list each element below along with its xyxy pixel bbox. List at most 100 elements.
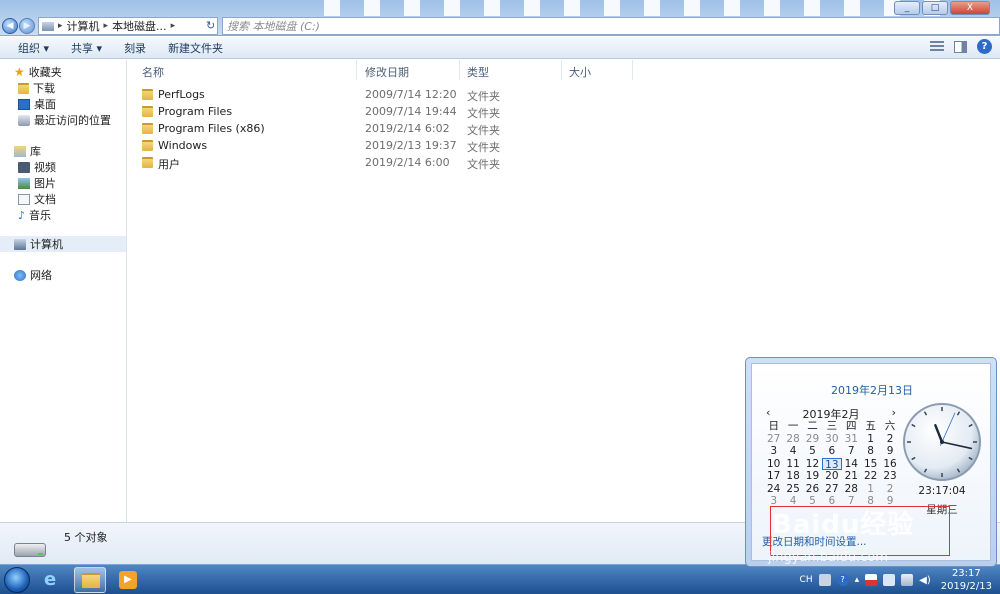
table-row[interactable]: 用户 2019/2/14 6:00 文件夹 [142,155,742,171]
calendar-day[interactable]: 27 [764,433,783,446]
table-row[interactable]: Program Files (x86) 2019/2/14 6:02 文件夹 [142,121,742,137]
help-tray-icon[interactable]: ? [836,574,849,586]
organize-button[interactable]: 组织 ▾ [14,40,53,56]
calendar-day[interactable]: 10 [764,458,783,471]
calendar-day[interactable]: 1 [861,433,880,446]
calendar-day[interactable]: 30 [822,433,841,446]
nav-music[interactable]: ♪ 音乐 [18,207,51,223]
calendar-day[interactable]: 17 [764,470,783,483]
calendar-day[interactable]: 20 [822,470,841,483]
calendar-day[interactable]: 7 [842,445,861,458]
calendar-day[interactable]: 28 [842,483,861,496]
preview-pane-icon[interactable] [954,40,967,53]
calendar-day[interactable]: 12 [803,458,822,471]
usb-icon[interactable] [883,574,896,586]
digital-time: 23:17:04 [918,485,966,497]
weekday-label: 二 [807,420,818,432]
calendar-day[interactable]: 18 [783,470,802,483]
calendar-day[interactable]: 11 [783,458,802,471]
full-date-link[interactable]: 2019年2月13日 [752,382,992,398]
tray-time: 23:17 [951,568,981,579]
back-icon[interactable]: ◀ [2,18,18,34]
calendar-day[interactable]: 1 [861,483,880,496]
watermark-url: jingyan.baidu.com [768,550,888,565]
new-folder-button[interactable]: 新建文件夹 [164,40,227,56]
folder-icon [142,157,153,168]
calendar-day[interactable]: 25 [783,483,802,496]
calendar-day[interactable]: 16 [880,458,899,471]
column-header-type[interactable]: 类型 [467,64,489,80]
item-count: 5 个对象 [64,531,108,544]
network-tray-icon[interactable] [901,574,914,586]
file-date: 2019/2/13 19:37 [365,139,457,152]
nav-videos[interactable]: 视频 [18,159,56,175]
calendar-day[interactable]: 26 [803,483,822,496]
explorer-icon [82,573,100,588]
help-icon[interactable]: ? [977,39,992,54]
file-type: 文件夹 [467,124,500,137]
column-header-size[interactable]: 大小 [569,64,591,80]
calendar-day[interactable]: 9 [880,445,899,458]
column-header-date[interactable]: 修改日期 [365,64,409,80]
nav-pictures[interactable]: 图片 [18,175,56,191]
calendar-day[interactable]: 3 [764,445,783,458]
network-icon [14,269,26,281]
explorer-taskbar-button[interactable] [74,567,106,593]
calendar-day-today[interactable]: 13 [822,457,842,471]
forward-icon[interactable]: ▶ [19,18,35,34]
input-language[interactable]: CH [800,575,813,585]
breadcrumb-computer[interactable]: 计算机 [67,18,100,34]
search-input[interactable]: 搜索 本地磁盘 (C:) [222,17,1000,35]
keyboard-icon[interactable] [818,574,831,586]
calendar-day[interactable]: 21 [842,470,861,483]
nav-computer[interactable]: 计算机 [0,236,126,252]
close-button[interactable]: X [950,1,990,15]
calendar-day[interactable]: 8 [861,445,880,458]
table-row[interactable]: PerfLogs 2009/7/14 12:20 文件夹 [142,87,742,103]
refresh-icon[interactable]: ↻ [206,19,215,32]
table-row[interactable]: Program Files 2009/7/14 19:44 文件夹 [142,104,742,120]
show-hidden-icon[interactable]: ▴ [855,575,860,585]
calendar-day[interactable]: 14 [842,458,861,471]
calendar-day[interactable]: 2 [880,433,899,446]
file-name: 用户 [158,158,180,171]
calendar-day[interactable]: 19 [803,470,822,483]
nav-network[interactable]: 网络 [14,267,52,283]
column-header-name[interactable]: 名称 [142,64,164,80]
calendar-day[interactable]: 6 [822,445,841,458]
start-button[interactable] [4,567,30,593]
calendar-day[interactable]: 15 [861,458,880,471]
share-button[interactable]: 共享 ▾ [67,40,106,56]
calendar-day[interactable]: 27 [822,483,841,496]
nav-documents[interactable]: 文档 [18,191,56,207]
weekday-header: 日 一 二 三 四 五 六 [764,420,900,433]
table-row[interactable]: Windows 2019/2/13 19:37 文件夹 [142,138,742,154]
burn-button[interactable]: 刻录 [120,40,150,56]
calendar-day[interactable]: 23 [880,470,899,483]
view-options-icon[interactable] [930,40,944,53]
media-player-taskbar-button[interactable]: ▶ [112,567,144,593]
action-center-icon[interactable] [865,574,878,586]
maximize-button[interactable]: □ [922,1,948,15]
nav-desktop[interactable]: 桌面 [18,96,56,112]
minimize-button[interactable]: _ [894,1,920,15]
library-icon [14,145,26,157]
address-bar[interactable]: ▸ 计算机 ▸ 本地磁盘... ▸ [38,17,218,35]
calendar-day[interactable]: 29 [803,433,822,446]
calendar-day[interactable]: 24 [764,483,783,496]
calendar-day[interactable]: 4 [783,445,802,458]
volume-icon[interactable]: ◀) [919,575,931,586]
calendar-day[interactable]: 31 [842,433,861,446]
nav-downloads[interactable]: 下载 [18,80,55,96]
nav-favorites[interactable]: ★ 收藏夹 [14,64,62,80]
ie-taskbar-button[interactable]: e [38,567,70,593]
calendar-day[interactable]: 2 [880,483,899,496]
calendar-day[interactable]: 22 [861,470,880,483]
calendar-day[interactable]: 28 [783,433,802,446]
star-icon: ★ [14,65,25,79]
calendar-day[interactable]: 5 [803,445,822,458]
breadcrumb-local-disk[interactable]: 本地磁盘... [112,18,167,34]
nav-recent[interactable]: 最近访问的位置 [18,112,111,128]
tray-clock[interactable]: 23:17 2019/2/13 [941,567,992,593]
nav-libraries[interactable]: 库 [14,143,41,159]
